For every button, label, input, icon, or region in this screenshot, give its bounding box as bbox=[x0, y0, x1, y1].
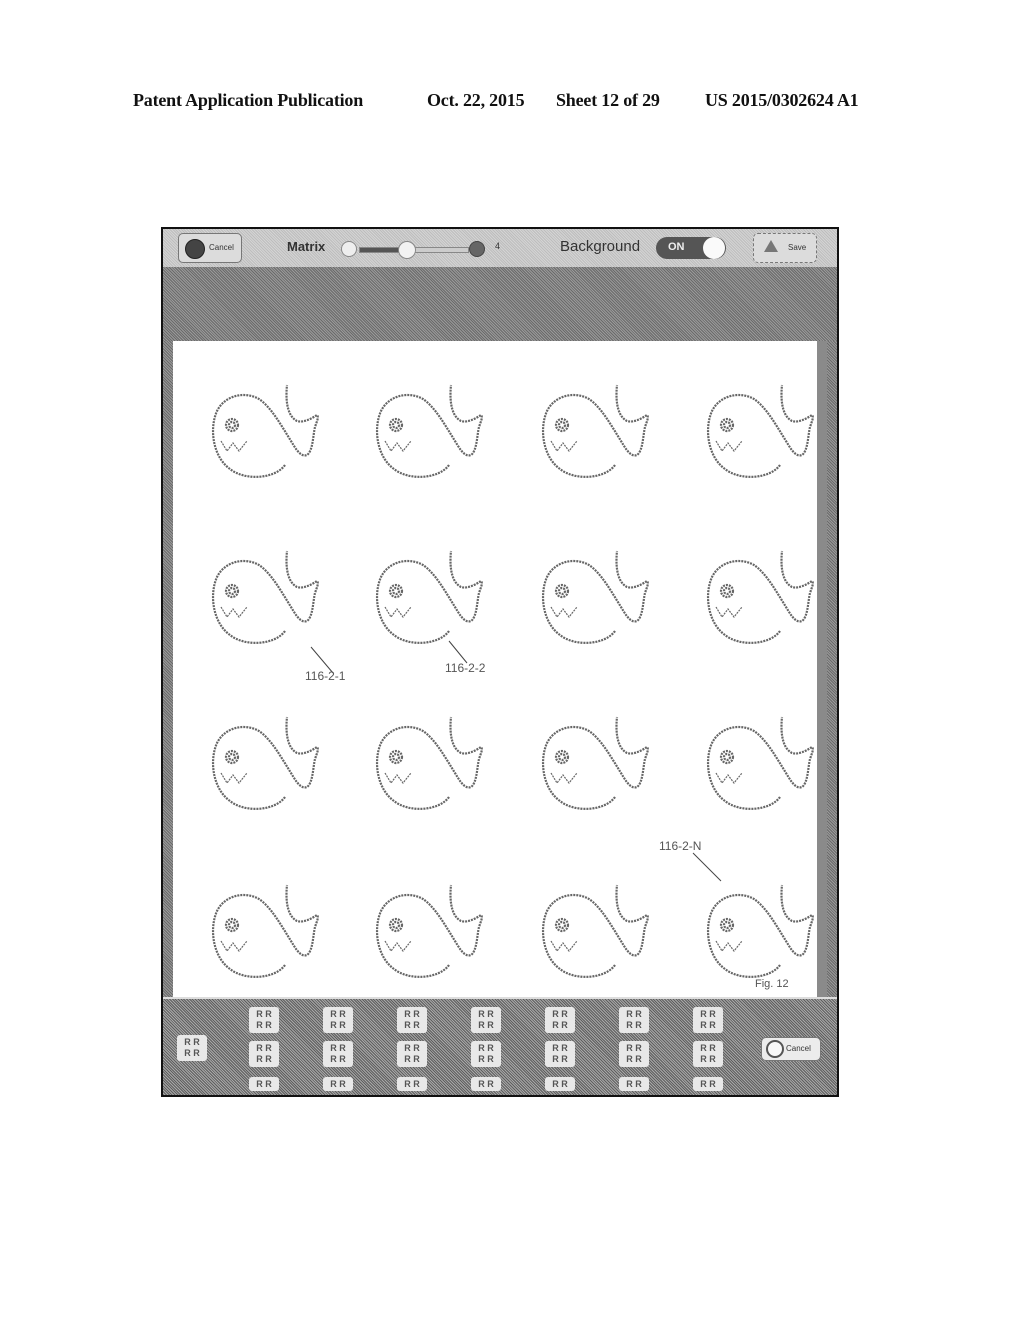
toggle-knob bbox=[703, 237, 725, 259]
pattern-tile[interactable]: R R R R bbox=[471, 1007, 501, 1033]
slider-handle[interactable] bbox=[398, 241, 416, 259]
plus-icon[interactable] bbox=[469, 241, 485, 257]
pattern-tile[interactable]: R R R R bbox=[323, 1007, 353, 1033]
pattern-tile[interactable]: R R R R bbox=[397, 1041, 427, 1067]
pattern-tile[interactable]: R R R R bbox=[545, 1007, 575, 1033]
background-label: Background bbox=[560, 238, 641, 255]
bottom-cancel-label: Cancel bbox=[786, 1044, 811, 1053]
callout-116-2-2: 116-2-2 bbox=[445, 661, 486, 675]
sheet-number: Sheet 12 of 29 bbox=[556, 90, 660, 110]
selected-pattern-tile[interactable]: R R R R bbox=[177, 1035, 207, 1061]
pattern-tile[interactable]: R R R R bbox=[693, 1041, 723, 1067]
minus-icon[interactable] bbox=[341, 241, 357, 257]
matrix-label: Matrix bbox=[287, 239, 326, 254]
callout-116-2-N: 116-2-N bbox=[659, 839, 702, 853]
app-screen: Cancel Matrix 4 Background ON Save 116-2… bbox=[161, 227, 839, 1097]
pattern-tile[interactable]: R R R R bbox=[471, 1041, 501, 1067]
matrix-slider[interactable] bbox=[359, 241, 469, 259]
matrix-value: 4 bbox=[495, 241, 501, 251]
publication-date: Oct. 22, 2015 bbox=[427, 90, 525, 110]
toolbar: Cancel Matrix 4 Background ON Save bbox=[163, 229, 837, 268]
toggle-state: ON bbox=[668, 241, 685, 253]
cancel-label: Cancel bbox=[209, 243, 234, 252]
pattern-tile[interactable]: R R bbox=[693, 1077, 723, 1091]
pattern-tile[interactable]: R R R R bbox=[397, 1007, 427, 1033]
save-icon bbox=[764, 240, 778, 252]
pattern-tile[interactable]: R R R R bbox=[249, 1041, 279, 1067]
pattern-tile[interactable]: R R R R bbox=[545, 1041, 575, 1067]
callout-line-116-2-N bbox=[692, 852, 722, 882]
patent-number: US 2015/0302624 A1 bbox=[705, 90, 859, 110]
callout-line-116-2-2 bbox=[448, 640, 468, 664]
publication-label: Patent Application Publication bbox=[133, 90, 364, 110]
pattern-tile[interactable]: R R R R bbox=[249, 1007, 279, 1033]
pattern-tile[interactable]: R R R R bbox=[619, 1007, 649, 1033]
right-margin bbox=[827, 341, 837, 997]
pattern-tile[interactable]: R R R R bbox=[323, 1041, 353, 1067]
cancel-button[interactable]: Cancel bbox=[178, 233, 242, 263]
matrix-canvas: 116-2-1 116-2-2 116-2-N Fig. 12 bbox=[173, 341, 817, 997]
header-band bbox=[163, 267, 837, 341]
bottom-toolbar: R R R R R R R R R R R R R R R R R R R R R R … bbox=[163, 997, 837, 1095]
save-label: Save bbox=[788, 243, 807, 252]
callout-116-2-1: 116-2-1 bbox=[305, 669, 346, 683]
background-toggle[interactable]: ON bbox=[656, 237, 726, 259]
pattern-tile[interactable]: R R bbox=[619, 1077, 649, 1091]
callout-lines bbox=[310, 640, 722, 882]
pattern-tile[interactable]: R R bbox=[545, 1077, 575, 1091]
pattern-tile[interactable]: R R bbox=[249, 1077, 279, 1091]
close-icon bbox=[185, 239, 205, 259]
bottom-cancel-button[interactable]: Cancel bbox=[761, 1037, 821, 1061]
figure-label: Fig. 12 bbox=[755, 978, 789, 990]
circle-icon bbox=[766, 1040, 784, 1058]
pattern-tile[interactable]: R R bbox=[323, 1077, 353, 1091]
pattern-tile[interactable]: R R bbox=[397, 1077, 427, 1091]
left-margin bbox=[163, 341, 173, 997]
slider-fill bbox=[360, 248, 404, 252]
pattern-tile[interactable]: R R bbox=[471, 1077, 501, 1091]
pattern-tile[interactable]: R R R R bbox=[693, 1007, 723, 1033]
save-button[interactable]: Save bbox=[753, 233, 817, 263]
pattern-tile[interactable]: R R R R bbox=[619, 1041, 649, 1067]
